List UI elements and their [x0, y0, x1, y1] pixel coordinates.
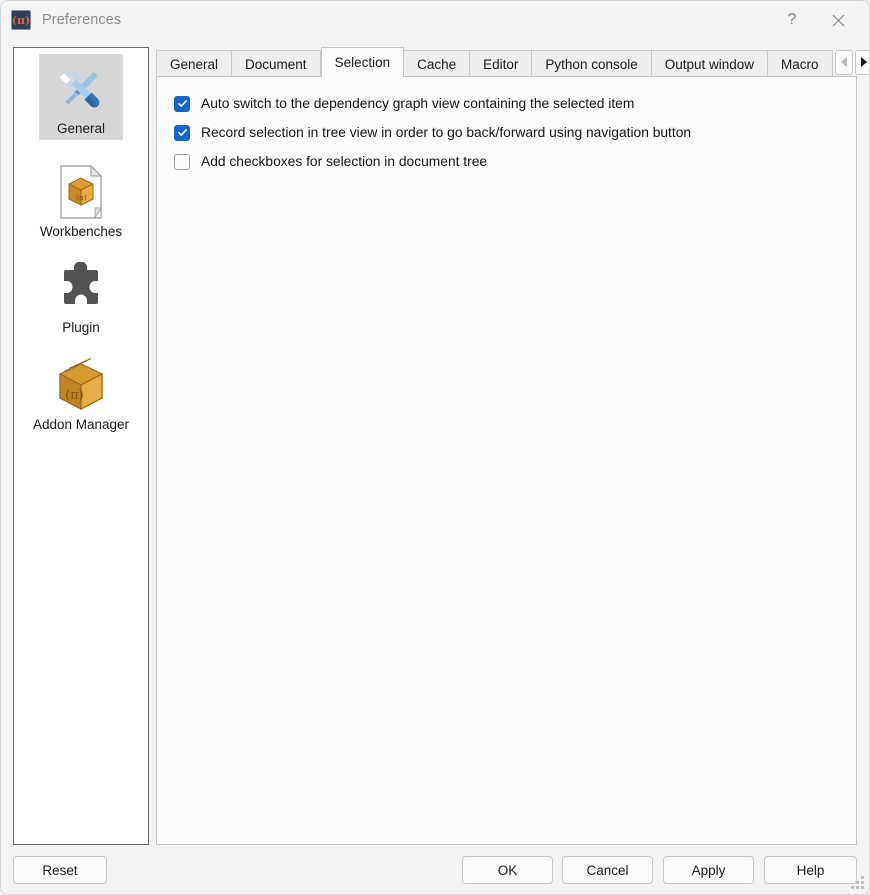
- resize-grip[interactable]: [851, 876, 865, 890]
- cardboard-box-icon: (π): [47, 354, 115, 416]
- ok-button[interactable]: OK: [462, 856, 553, 884]
- window-title: Preferences: [42, 12, 122, 28]
- tab-cache[interactable]: Cache: [404, 50, 471, 77]
- document-box-icon: (π): [47, 161, 115, 223]
- puzzle-piece-icon: [47, 257, 115, 319]
- tab-macro[interactable]: Macro: [768, 50, 833, 77]
- question-mark-icon: ?: [787, 11, 797, 28]
- sidebar-item-label: General: [56, 121, 106, 136]
- sidebar-item-label: Workbenches: [39, 223, 123, 239]
- checkbox-auto-switch-dependency-graph[interactable]: [174, 95, 190, 112]
- close-icon: [832, 14, 844, 26]
- tab-editor[interactable]: Editor: [470, 50, 533, 77]
- sidebar-item-label: Addon Manager: [32, 416, 130, 432]
- freecad-app-icon: (π): [11, 10, 31, 30]
- checkmark-icon: [177, 100, 187, 107]
- preference-tabs[interactable]: General Document Selection Cache Editor …: [156, 47, 869, 77]
- apply-button[interactable]: Apply: [663, 856, 754, 884]
- sidebar-item-workbenches[interactable]: (π) Workbenches: [14, 151, 148, 248]
- preference-groups-list[interactable]: General (π) Workbenches Plugin (π) Addon…: [13, 47, 149, 845]
- cancel-button[interactable]: Cancel: [562, 856, 653, 884]
- help-titlebar-button[interactable]: ?: [769, 1, 815, 39]
- tools-wrench-screwdriver-icon: [47, 58, 115, 120]
- svg-text:(π): (π): [65, 388, 84, 403]
- close-window-button[interactable]: [815, 1, 861, 39]
- tab-document[interactable]: Document: [232, 50, 321, 77]
- checkbox-record-selection-tree-view[interactable]: [174, 124, 190, 141]
- tab-selection[interactable]: Selection: [320, 47, 405, 77]
- option-label: Auto switch to the dependency graph view…: [201, 96, 635, 111]
- svg-text:(π): (π): [76, 193, 87, 202]
- option-label: Add checkboxes for selection in document…: [201, 154, 488, 169]
- tab-output-window[interactable]: Output window: [651, 50, 769, 77]
- help-button[interactable]: Help: [764, 856, 857, 884]
- dialog-body: General (π) Workbenches Plugin (π) Addon…: [1, 39, 869, 849]
- preferences-dialog: (π) Preferences ? General (π) Workbenche…: [0, 0, 870, 895]
- sidebar-item-general[interactable]: General: [14, 48, 148, 145]
- sidebar-item-label: Plugin: [62, 320, 100, 336]
- option-auto-switch-dependency-graph[interactable]: Auto switch to the dependency graph view…: [157, 89, 856, 118]
- chevron-right-icon: [860, 57, 867, 67]
- option-add-checkboxes-document-tree[interactable]: Add checkboxes for selection in document…: [157, 147, 856, 176]
- option-label: Record selection in tree view in order t…: [201, 125, 692, 140]
- dialog-footer: Reset OK Cancel Apply Help: [1, 849, 869, 894]
- preferences-right-pane: General Document Selection Cache Editor …: [156, 47, 869, 845]
- sidebar-item-plugin[interactable]: Plugin: [14, 247, 148, 344]
- tab-scroll-right-button[interactable]: [854, 49, 869, 75]
- checkmark-icon: [177, 129, 187, 136]
- sidebar-item-addon-manager[interactable]: (π) Addon Manager: [14, 344, 148, 441]
- reset-button[interactable]: Reset: [13, 856, 107, 884]
- chevron-left-icon: [840, 57, 847, 67]
- tab-general[interactable]: General: [156, 50, 233, 77]
- title-bar: (π) Preferences ?: [1, 1, 869, 39]
- tab-python-console[interactable]: Python console: [532, 50, 652, 77]
- tab-scroll-controls: [833, 48, 869, 77]
- tab-scroll-left-button[interactable]: [834, 49, 853, 75]
- checkbox-add-checkboxes-document-tree[interactable]: [174, 153, 190, 170]
- selection-tab-panel: Auto switch to the dependency graph view…: [156, 76, 857, 845]
- pi-glyph: (π): [11, 13, 31, 27]
- option-record-selection-tree-view[interactable]: Record selection in tree view in order t…: [157, 118, 856, 147]
